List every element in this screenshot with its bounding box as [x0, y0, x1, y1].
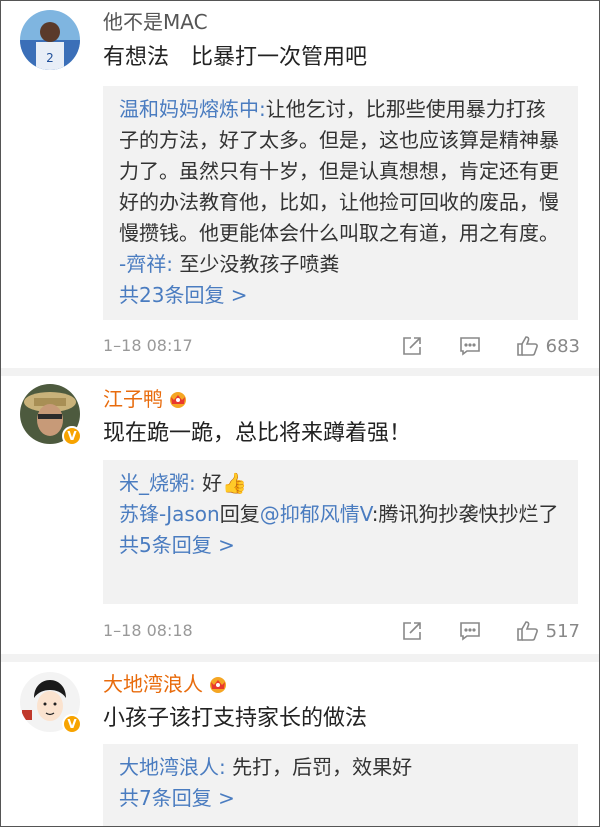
comment-meta: 1–18 08:18 517	[103, 621, 580, 645]
comment-text: 有想法 比暴打一次管用吧	[103, 45, 368, 70]
reply-author[interactable]: -齊祥:	[119, 252, 173, 276]
thumbs-up-icon	[516, 621, 538, 641]
comment-username[interactable]: 江子鸭	[103, 387, 189, 411]
verified-badge-icon: V	[62, 426, 82, 446]
avatar-image: 2	[20, 10, 80, 70]
reply-mention[interactable]: @抑郁风情V	[260, 502, 372, 526]
comment-meta: 1–18 08:17 683	[103, 336, 580, 360]
divider	[0, 654, 600, 662]
reply-prefix: 回复	[219, 502, 260, 526]
more-replies-link[interactable]: 共23条回复 >	[119, 280, 562, 311]
reply-item[interactable]: 米_烧粥: 好👍	[119, 468, 562, 499]
reply-item[interactable]: 苏锋-Jason回复@抑郁风情V:腾讯狗抄袭快抄烂了	[119, 499, 562, 530]
like-count: 683	[545, 335, 580, 357]
reply-author[interactable]: 温和妈妈熔炼中:	[119, 97, 266, 121]
reply-author[interactable]: 米_烧粥:	[119, 471, 196, 495]
avatar[interactable]: V	[20, 672, 82, 734]
vip-crown-icon	[210, 677, 226, 693]
reply-box[interactable]: 米_烧粥: 好👍 苏锋-Jason回复@抑郁风情V:腾讯狗抄袭快抄烂了 共5条回…	[103, 460, 578, 604]
more-replies-link[interactable]: 共7条回复 >	[119, 783, 562, 814]
reply-author[interactable]: 大地湾浪人:	[119, 755, 226, 779]
comment-time: 1–18 08:17	[103, 336, 193, 355]
vip-crown-icon	[170, 392, 186, 408]
comment-username[interactable]: 他不是MAC	[103, 10, 208, 34]
reply-author[interactable]: 苏锋-Jason	[119, 502, 220, 526]
like-button[interactable]: 517	[516, 619, 580, 643]
thumbs-up-icon	[516, 336, 538, 356]
comment-time: 1–18 08:18	[103, 621, 193, 640]
comment-button[interactable]	[458, 619, 482, 643]
reply-body: 先打，后罚，效果好	[232, 755, 413, 779]
share-icon	[402, 622, 421, 640]
reply-body: 好👍	[202, 471, 248, 495]
more-replies-link[interactable]: 共5条回复 >	[119, 530, 562, 561]
reply-box[interactable]: 温和妈妈熔炼中:让他乞讨，比那些使用暴力打孩子的方法，好了太多。但是，这也应该算…	[103, 86, 578, 320]
comment-text: 小孩子该打支持家长的做法	[103, 706, 368, 731]
share-icon	[402, 337, 421, 355]
avatar[interactable]: V	[20, 384, 82, 446]
reply-box[interactable]: 大地湾浪人: 先打，后罚，效果好 共7条回复 >	[103, 744, 578, 827]
comment-icon	[459, 337, 480, 356]
reply-item[interactable]: 大地湾浪人: 先打，后罚，效果好	[119, 752, 562, 783]
reply-item[interactable]: -齊祥: 至少没教孩子喷粪	[119, 249, 562, 280]
svg-text:2: 2	[46, 51, 54, 65]
username-text: 江子鸭	[103, 387, 163, 411]
verified-badge-icon: V	[62, 714, 82, 734]
comment-username[interactable]: 大地湾浪人	[103, 672, 229, 696]
like-count: 517	[545, 620, 580, 642]
divider	[0, 368, 600, 376]
reply-item[interactable]: 温和妈妈熔炼中:让他乞讨，比那些使用暴力打孩子的方法，好了太多。但是，这也应该算…	[119, 94, 562, 249]
avatar[interactable]: 2	[20, 10, 80, 70]
like-button[interactable]: 683	[516, 334, 580, 358]
share-button[interactable]	[400, 619, 424, 643]
username-text: 大地湾浪人	[103, 672, 203, 696]
reply-body: 至少没教孩子喷粪	[179, 252, 340, 276]
comment-icon	[459, 622, 480, 641]
share-button[interactable]	[400, 334, 424, 358]
reply-body: :腾讯狗抄袭快抄烂了	[371, 502, 559, 526]
comment-text: 现在跪一跪，总比将来蹲着强！	[103, 421, 412, 446]
comment-button[interactable]	[458, 334, 482, 358]
